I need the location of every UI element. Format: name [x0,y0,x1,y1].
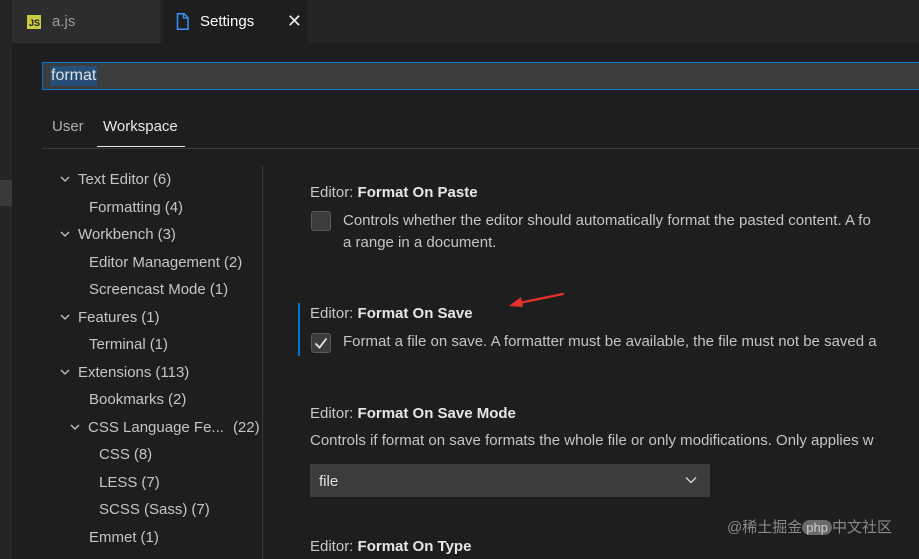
setting-title: Editor: Format On Type [310,538,471,555]
select-value: file [319,473,339,490]
setting-title: Editor: Format On Paste [310,184,478,201]
toc-item-features[interactable]: Features (1) [60,305,160,329]
toc-item-emmet[interactable]: Emmet (1) [89,525,159,549]
toc-item-terminal[interactable]: Terminal (1) [89,332,168,356]
setting-name: Format On Paste [357,184,478,201]
toc-label: CSS Language Fe... [88,418,224,436]
file-icon [176,13,189,30]
tab-user[interactable]: User [52,118,84,135]
left-gutter [0,0,12,559]
settings-scope-tabs: User Workspace [42,110,919,149]
tab-settings[interactable]: Settings ✕ [162,0,307,43]
toc-count: (8) [133,445,153,463]
setting-desc-line2: a range in a document. [343,234,497,251]
tab-label: a.js [52,13,76,30]
format-on-paste-checkbox[interactable] [311,211,331,231]
annotation-arrow [509,292,565,307]
toc-label: Workbench [78,225,154,243]
chevron-down-icon [60,231,70,237]
settings-search-input[interactable]: format [42,62,919,90]
gutter-marker [0,180,12,206]
toc-item-screencast-mode[interactable]: Screencast Mode (1) [89,277,228,301]
toc-count: (113) [155,363,190,381]
setting-description: Format a file on save. A formatter must … [343,331,877,353]
checkmark-icon [314,337,328,349]
close-icon[interactable]: ✕ [287,11,302,31]
setting-name: Format On Save Mode [357,405,516,422]
toc-count: (4) [164,198,184,216]
toc-item-text-editor[interactable]: Text Editor (6) [60,167,171,191]
toc-item-css[interactable]: CSS (8) [99,442,152,466]
setting-desc-line1: Controls whether the editor should autom… [343,212,871,229]
setting-category: Editor: [310,405,358,422]
setting-desc: Controls if format on save formats the w… [310,432,874,449]
toc-count: (2) [223,253,243,271]
toc-count: (3) [157,225,176,243]
search-query-selection: format [50,66,98,86]
watermark-suffix: 中文社区 [831,519,892,536]
toc-count: (1) [149,335,169,353]
setting-category: Editor: [310,538,358,555]
toc-label: CSS [99,445,130,463]
toc-count: (22) [232,418,260,436]
toc-item-css-language-features[interactable]: CSS Language Fe... (22) [70,415,262,439]
chevron-down-icon [60,176,70,182]
toc-item-scss[interactable]: SCSS (Sass) (7) [99,497,210,521]
toc-count: (1) [141,308,160,326]
setting-format-on-save-mode: Editor: Format On Save Mode Controls if … [310,405,874,452]
format-on-save-mode-select[interactable]: file [310,464,710,497]
toc-item-formatting[interactable]: Formatting (4) [89,195,183,219]
toc-label: Screencast Mode [89,280,206,298]
watermark: @稀土掘金 php 中文社区 [727,516,892,537]
setting-format-on-save: Editor: Format On Save [310,305,473,322]
editor-tab-bar: JS a.js Settings ✕ [12,0,919,43]
tab-a-js[interactable]: JS a.js [12,0,160,43]
chevron-down-icon [60,314,70,320]
setting-title: Editor: Format On Save Mode [310,405,874,422]
chevron-down-icon [70,424,80,430]
toc-label: Features [78,308,138,326]
toc-item-workbench[interactable]: Workbench (3) [60,222,176,246]
tab-workspace[interactable]: Workspace [97,118,185,147]
toc-divider [262,166,263,559]
toc-label: Emmet [89,528,137,546]
toc-label: Editor Management [89,253,220,271]
setting-description: Controls whether the editor should autom… [343,210,871,254]
setting-category: Editor: [310,305,358,322]
format-on-save-checkbox[interactable] [311,333,331,353]
toc-item-editor-management[interactable]: Editor Management (2) [89,250,242,274]
js-file-icon: JS [27,14,41,29]
toc-label: Bookmarks [89,390,165,408]
chevron-down-icon [685,476,697,484]
toc-item-less[interactable]: LESS (7) [99,470,160,494]
toc-label: LESS [99,473,138,491]
setting-title: Editor: Format On Save [310,305,473,322]
toc-item-bookmarks[interactable]: Bookmarks (2) [89,387,186,411]
toc-count: (6) [152,170,172,188]
setting-name: Format On Type [357,538,472,555]
toc-label: Terminal [89,335,146,353]
toc-label: Text Editor [78,170,149,188]
toc-count: (1) [140,528,159,546]
toc-label: SCSS (Sass) [99,500,188,518]
setting-desc: Format a file on save. A formatter must … [343,333,877,350]
tab-label: Settings [200,13,255,30]
watermark-prefix: @稀土掘金 [727,519,803,536]
toc-count: (7) [141,473,160,491]
toc-count: (7) [191,500,210,518]
focused-setting-indicator [298,303,300,356]
toc-count: (2) [168,390,187,408]
setting-format-on-paste: Editor: Format On Paste [310,184,478,201]
setting-category: Editor: [310,184,358,201]
toc-count: (1) [209,280,229,298]
setting-name: Format On Save [357,305,473,322]
toc-item-extensions[interactable]: Extensions (113) [60,360,189,384]
toc-label: Extensions [78,363,152,381]
toc-label: Formatting [89,198,161,216]
watermark-badge: php [802,520,832,535]
setting-format-on-type: Editor: Format On Type [310,538,471,555]
chevron-down-icon [60,369,70,375]
